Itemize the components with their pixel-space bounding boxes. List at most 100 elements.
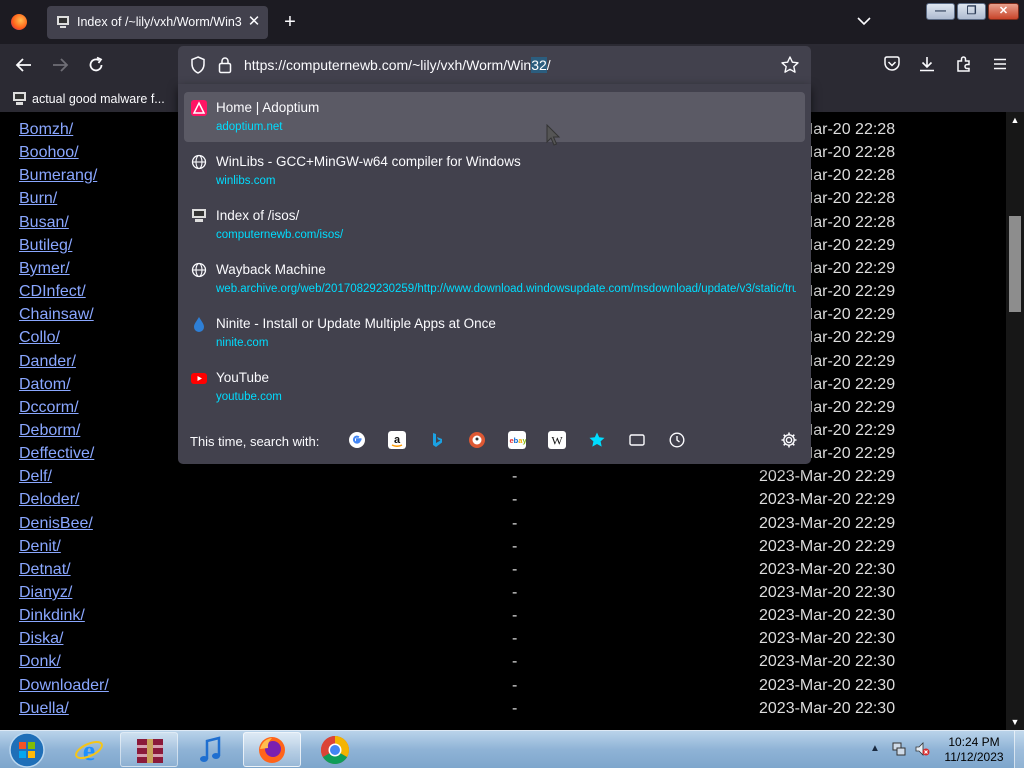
size-cell: - (512, 468, 518, 486)
table-row: Delf/ - 2023-Mar-20 22:29 (0, 467, 1006, 490)
duckduckgo-icon[interactable] (468, 431, 486, 449)
minimize-button[interactable]: — (926, 3, 955, 20)
taskbar-itunes-button[interactable] (182, 732, 240, 767)
taskbar-firefox-button[interactable] (243, 732, 301, 767)
directory-link[interactable]: Delf/ (19, 468, 52, 486)
scroll-up-icon[interactable]: ▲ (1006, 112, 1024, 128)
tray-expand-icon[interactable]: ▲ (870, 743, 880, 754)
directory-link[interactable]: Dianyz/ (19, 584, 72, 602)
url-input[interactable]: https://computernewb.com/~lily/vxh/Worm/… (244, 57, 551, 73)
suggestion-item[interactable]: Ninite - Install or Update Multiple Apps… (184, 308, 805, 358)
suggestion-item[interactable]: WinLibs - GCC+MinGW-w64 compiler for Win… (184, 146, 805, 196)
reload-icon[interactable] (86, 55, 106, 75)
directory-link[interactable]: DenisBee/ (19, 515, 93, 533)
shield-icon[interactable] (190, 56, 206, 74)
back-arrow-icon[interactable] (14, 55, 34, 75)
directory-link[interactable]: Burn/ (19, 190, 57, 208)
suggestion-item[interactable]: YouTube youtube.com (184, 362, 805, 412)
lock-icon[interactable] (218, 56, 232, 74)
clock-time[interactable]: 10:24 PM (936, 735, 1012, 749)
directory-link[interactable]: Dinkdink/ (19, 607, 85, 625)
scrollbar-thumb[interactable] (1009, 216, 1021, 312)
directory-link[interactable]: Duella/ (19, 700, 69, 718)
directory-link[interactable]: Diska/ (19, 630, 63, 648)
table-row: Detnat/ - 2023-Mar-20 22:30 (0, 560, 1006, 583)
chevron-down-icon[interactable] (855, 12, 873, 30)
network-icon[interactable] (891, 741, 907, 757)
directory-link[interactable]: CDInfect/ (19, 283, 86, 301)
taskbar-winrar-button[interactable] (120, 732, 178, 767)
directory-link[interactable]: Datom/ (19, 376, 71, 394)
new-tab-button[interactable]: + (280, 10, 300, 34)
tabs-icon[interactable] (628, 431, 646, 449)
directory-link[interactable]: Denit/ (19, 538, 61, 556)
extensions-icon[interactable] (955, 55, 973, 73)
taskbar-chrome-button[interactable] (306, 732, 364, 767)
directory-link[interactable]: Boohoo/ (19, 144, 79, 162)
table-row: Dianyz/ - 2023-Mar-20 22:30 (0, 583, 1006, 606)
tab-active[interactable]: Index of /~lily/vxh/Worm/Win32/ ✕ (47, 6, 268, 39)
date-cell: 2023-Mar-20 22:29 (759, 491, 896, 509)
url-bar[interactable]: https://computernewb.com/~lily/vxh/Worm/… (178, 46, 811, 84)
scroll-down-icon[interactable]: ▼ (1006, 714, 1024, 730)
date-cell: 2023-Mar-20 22:30 (759, 676, 896, 694)
forward-arrow-icon[interactable] (50, 55, 70, 75)
taskbar-ie-button[interactable]: e (60, 732, 118, 767)
bookmarks-star-icon[interactable] (588, 431, 606, 449)
tab-close-button[interactable]: ✕ (245, 11, 263, 33)
ebay-icon[interactable]: ebay (508, 431, 526, 449)
directory-link[interactable]: Bomzh/ (19, 121, 73, 139)
directory-link[interactable]: Deloder/ (19, 491, 79, 509)
close-window-button[interactable]: ✕ (988, 3, 1019, 20)
suggestion-item[interactable]: Index of /isos/ computernewb.com/isos/ (184, 200, 805, 250)
computernewb-icon (57, 16, 69, 28)
page-scrollbar[interactable]: ▲ ▼ (1006, 112, 1024, 730)
suggestion-title: Home | Adoptium (216, 100, 320, 115)
suggestion-title: Index of /isos/ (216, 208, 300, 223)
directory-link[interactable]: Butileg/ (19, 237, 72, 255)
size-cell: - (512, 491, 518, 509)
gear-icon[interactable] (780, 431, 798, 449)
size-cell: - (512, 630, 518, 648)
date-cell: 2023-Mar-20 22:30 (759, 699, 896, 717)
hamburger-menu-icon[interactable] (991, 55, 1009, 73)
directory-link[interactable]: Downloader/ (19, 677, 109, 695)
download-icon[interactable] (918, 55, 936, 73)
table-row: Deloder/ - 2023-Mar-20 22:29 (0, 490, 1006, 513)
directory-link[interactable]: Bymer/ (19, 260, 70, 278)
firefox-logo-icon[interactable] (11, 14, 27, 30)
date-cell: 2023-Mar-20 22:30 (759, 653, 896, 671)
directory-link[interactable]: Donk/ (19, 653, 61, 671)
directory-link[interactable]: Dander/ (19, 353, 76, 371)
date-cell: 2023-Mar-20 22:29 (759, 537, 896, 555)
svg-text:e: e (83, 736, 95, 765)
directory-link[interactable]: Bumerang/ (19, 167, 97, 185)
volume-muted-icon[interactable] (914, 741, 930, 757)
show-desktop-button[interactable] (1014, 731, 1024, 768)
maximize-button[interactable]: ❐ (957, 3, 986, 20)
star-icon[interactable] (780, 55, 800, 75)
suggestion-item[interactable]: Home | Adoptium adoptium.net (184, 92, 805, 142)
wikipedia-icon[interactable]: W (548, 431, 566, 449)
amazon-icon[interactable]: a (388, 431, 406, 449)
history-clock-icon[interactable] (668, 431, 686, 449)
clock-date[interactable]: 11/12/2023 (936, 750, 1012, 764)
directory-link[interactable]: Deborm/ (19, 422, 80, 440)
google-icon[interactable] (348, 431, 366, 449)
url-prefix: https://computernewb.com/~lily/vxh/Worm/… (244, 57, 532, 73)
pocket-icon[interactable] (883, 55, 901, 73)
directory-link[interactable]: Dccorm/ (19, 399, 79, 417)
suggestion-url: ninite.com (216, 337, 269, 349)
bing-icon[interactable] (428, 431, 446, 449)
suggestion-item[interactable]: Wayback Machine web.archive.org/web/2017… (184, 254, 805, 304)
directory-link[interactable]: Detnat/ (19, 561, 71, 579)
directory-link[interactable]: Deffective/ (19, 445, 94, 463)
internet-explorer-icon: e (75, 736, 103, 765)
directory-link[interactable]: Busan/ (19, 214, 69, 232)
directory-link[interactable]: Collo/ (19, 329, 60, 347)
start-button-icon[interactable] (6, 731, 48, 768)
url-suffix: / (546, 57, 551, 73)
directory-link[interactable]: Chainsaw/ (19, 306, 94, 324)
svg-text:ebay: ebay (510, 436, 527, 445)
suggestion-title: YouTube (216, 370, 270, 385)
